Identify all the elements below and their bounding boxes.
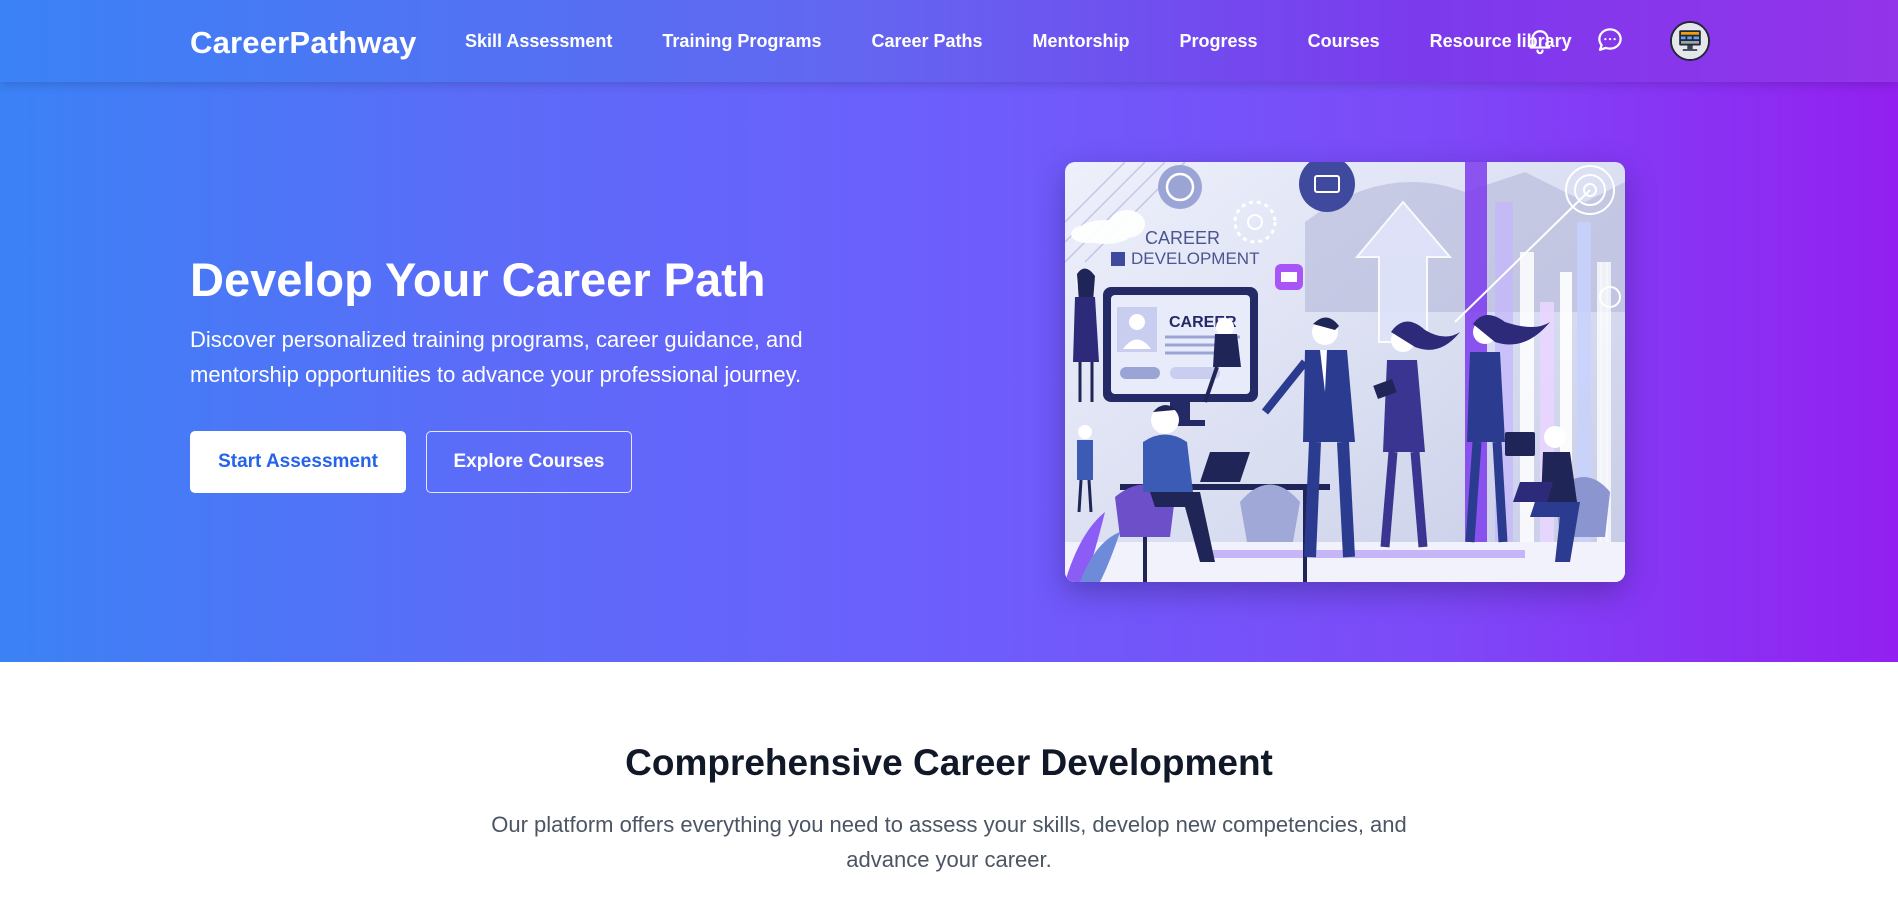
hero-subtitle: Discover personalized training programs,… (190, 327, 803, 387)
illustration-caption-line2: DEVELOPMENT (1131, 249, 1259, 268)
nav-training-programs[interactable]: Training Programs (662, 31, 821, 52)
brand-logo[interactable]: CareerPathway (190, 25, 417, 61)
features-title: Comprehensive Career Development (625, 742, 1273, 783)
avatar[interactable] (1670, 21, 1710, 61)
nav-courses[interactable]: Courses (1308, 31, 1380, 52)
illustration-caption-line1: CAREER (1145, 228, 1220, 248)
hero-title: Develop Your Career Path (190, 253, 766, 306)
start-assessment-button[interactable]: Start Assessment (190, 431, 406, 493)
main-nav: Skill Assessment Training Programs Caree… (465, 0, 1572, 82)
explore-courses-button[interactable]: Explore Courses (426, 431, 632, 493)
nav-progress[interactable]: Progress (1180, 31, 1258, 52)
nav-mentorship[interactable]: Mentorship (1033, 31, 1130, 52)
nav-skill-assessment[interactable]: Skill Assessment (465, 31, 612, 52)
features-subtitle: Our platform offers everything you need … (491, 812, 1407, 872)
site-header: CareerPathway Skill Assessment Training … (0, 0, 1898, 82)
hero-section: Develop Your Career Path Discover person… (0, 82, 1898, 662)
chat-bubble-icon[interactable] (1595, 25, 1625, 55)
career-development-illustration: CAREER DEVELOPMENT CAREER (1065, 162, 1625, 582)
bell-icon[interactable] (1525, 25, 1555, 55)
nav-career-paths[interactable]: Career Paths (871, 31, 982, 52)
